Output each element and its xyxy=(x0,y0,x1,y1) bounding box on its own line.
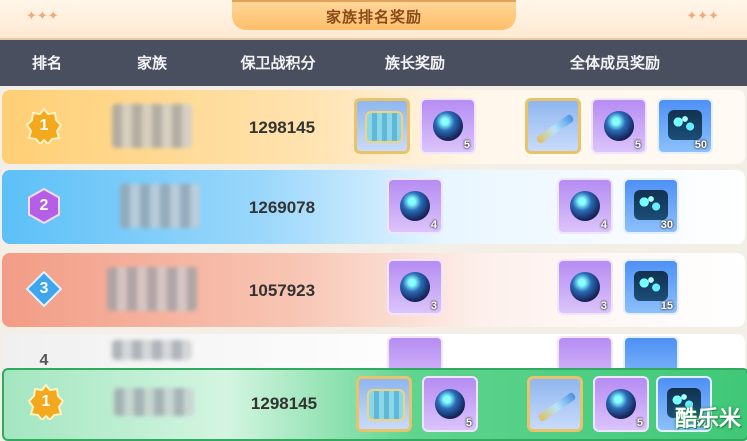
family-name-blurred xyxy=(112,104,192,148)
sword-icon xyxy=(535,113,575,145)
sword-icon xyxy=(537,391,577,423)
reward-item-crystal[interactable]: 50 xyxy=(657,98,713,154)
reward-item-orb[interactable]: 5 xyxy=(420,98,476,154)
score: 1269078 xyxy=(248,198,316,217)
family-name-blurred xyxy=(107,267,197,311)
family-name-blurred xyxy=(114,388,194,416)
orb-icon xyxy=(606,389,636,419)
orb-icon xyxy=(433,111,463,141)
family-name-blurred xyxy=(112,340,192,360)
table-row[interactable]: 1 1298145 5 5 50 xyxy=(2,90,745,164)
table-row[interactable]: 2 1269078 4 4 30 xyxy=(2,170,745,244)
orb-icon xyxy=(400,272,430,302)
my-family-row[interactable]: 1 1298145 5 5 50 xyxy=(2,368,747,441)
page-title: 家族排名奖励 xyxy=(325,9,422,26)
reward-item-orb[interactable]: 3 xyxy=(387,259,443,315)
rank-number: 3 xyxy=(39,280,49,297)
reward-item-sword[interactable] xyxy=(527,376,583,432)
score: 1298145 xyxy=(248,118,316,137)
header-member-reward: 全体成员奖励 xyxy=(569,55,660,72)
chest-icon xyxy=(367,389,405,421)
crystal-icon xyxy=(634,190,668,220)
orb-icon xyxy=(435,389,465,419)
reward-item-chest[interactable] xyxy=(354,98,410,154)
crystal-icon xyxy=(668,110,702,140)
reward-item-orb[interactable]: 5 xyxy=(593,376,649,432)
reward-item-crystal[interactable]: 30 xyxy=(623,178,679,234)
reward-item-sword[interactable] xyxy=(525,98,581,154)
table-header: 排名 家族 保卫战积分 族长奖励 全体成员奖励 xyxy=(0,40,747,86)
score: 1298145 xyxy=(250,394,318,413)
header-rank: 排名 xyxy=(31,55,62,72)
reward-item-orb[interactable]: 4 xyxy=(557,178,613,234)
header-leader-reward: 族长奖励 xyxy=(384,55,445,72)
rank-number: 1 xyxy=(39,117,49,134)
score: 1057923 xyxy=(248,281,316,300)
title-bar: ✦✦✦ ✦✦✦ 家族排名奖励 xyxy=(0,0,747,40)
chest-icon xyxy=(365,111,403,143)
header-family: 家族 xyxy=(136,55,167,72)
reward-item-orb[interactable]: 4 xyxy=(387,178,443,234)
reward-item-orb[interactable]: 5 xyxy=(422,376,478,432)
rank-number: 1 xyxy=(41,393,51,410)
orb-icon xyxy=(570,272,600,302)
orb-icon xyxy=(570,191,600,221)
family-name-blurred xyxy=(120,184,200,228)
orb-icon xyxy=(400,191,430,221)
crystal-icon xyxy=(634,271,668,301)
watermark: 酷乐米 xyxy=(674,406,741,431)
rank-number: 2 xyxy=(39,197,49,214)
reward-item-chest[interactable] xyxy=(356,376,412,432)
reward-item-orb[interactable]: 5 xyxy=(591,98,647,154)
reward-item-orb[interactable]: 3 xyxy=(557,259,613,315)
reward-item-crystal[interactable]: 15 xyxy=(623,259,679,315)
orb-icon xyxy=(604,111,634,141)
sparkle-icon: ✦✦✦ xyxy=(26,8,59,23)
header-score: 保卫战积分 xyxy=(240,55,316,72)
sparkle-icon: ✦✦✦ xyxy=(686,8,719,23)
table-row[interactable]: 3 1057923 3 3 15 xyxy=(2,253,745,327)
